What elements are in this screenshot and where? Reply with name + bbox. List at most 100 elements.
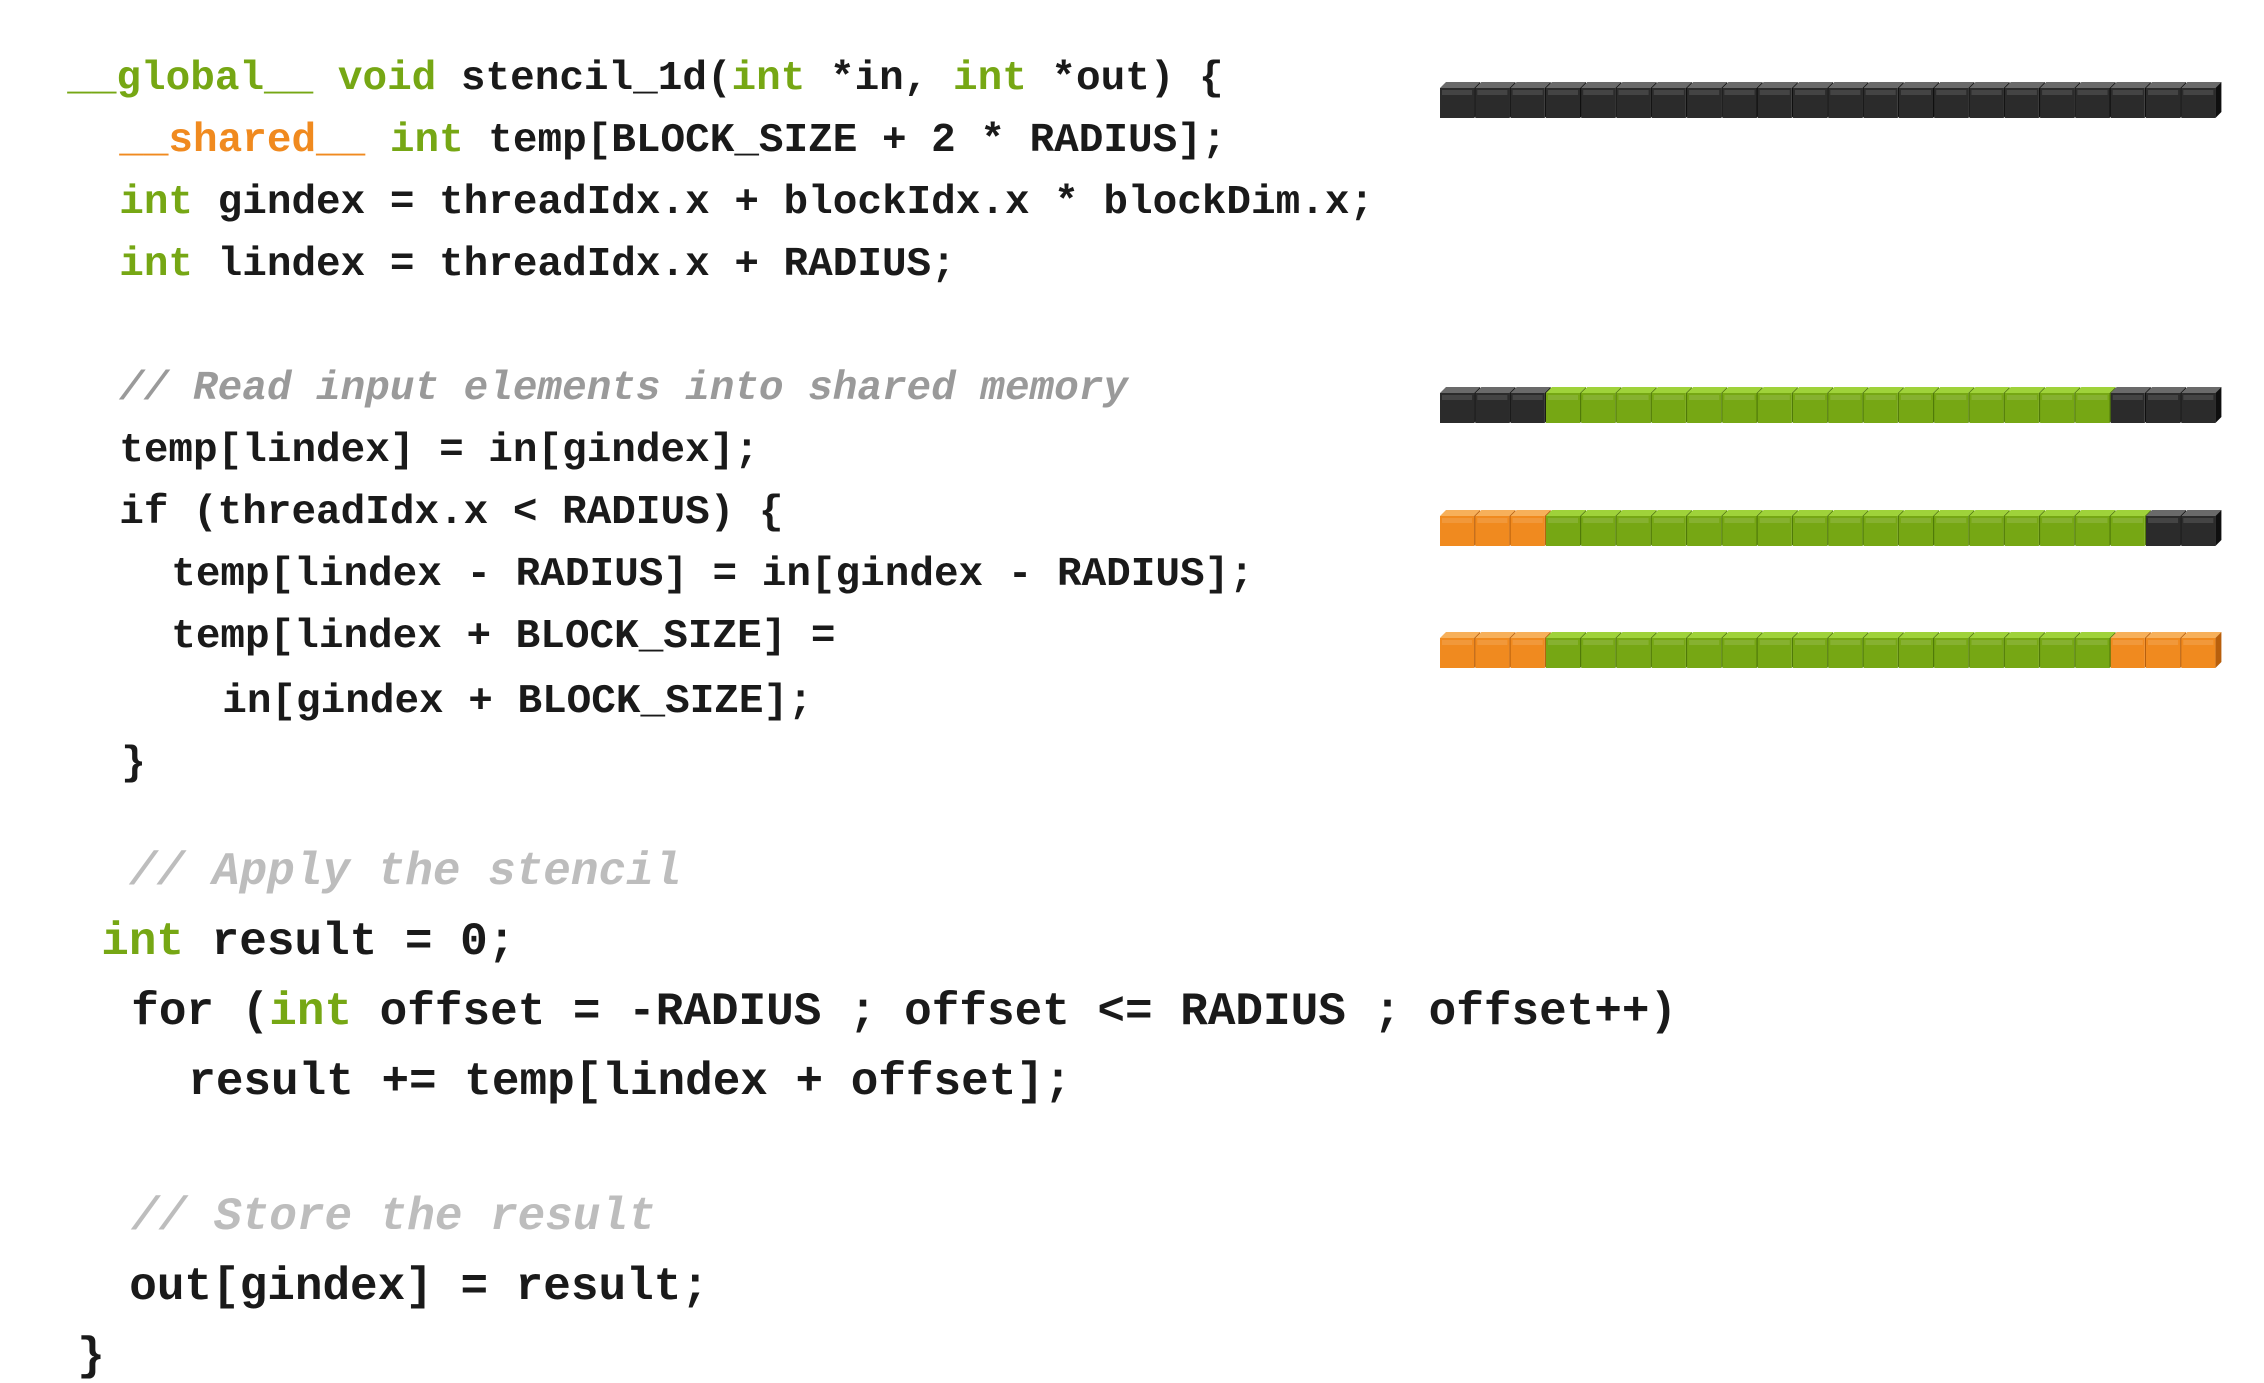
memory-cell-green xyxy=(2004,387,2045,423)
memory-cell-black xyxy=(1440,82,1481,118)
memory-cell-green xyxy=(1898,632,1939,668)
memory-cell-black xyxy=(2181,387,2222,423)
memory-cell-green xyxy=(1616,510,1657,546)
memory-cell-green xyxy=(1757,387,1798,423)
memory-cell-black xyxy=(1475,82,1516,118)
memory-cell-green xyxy=(1651,632,1692,668)
memory-cell-green xyxy=(2040,387,2081,423)
memory-cell-green xyxy=(1898,387,1939,423)
code-line-close-if: } xyxy=(121,741,146,787)
memory-cell-green xyxy=(1969,387,2010,423)
memory-cell-black xyxy=(1793,82,1834,118)
memory-cell-green xyxy=(1969,632,2010,668)
memory-cells-svg xyxy=(1440,510,2222,546)
memory-cell-green xyxy=(2040,510,2081,546)
memory-cell-green xyxy=(1722,632,1763,668)
memory-cell-black xyxy=(1863,82,1904,118)
memory-row-read-input xyxy=(1440,387,2240,425)
memory-cell-green xyxy=(1793,632,1834,668)
memory-cell-green xyxy=(1934,510,1975,546)
memory-cell-orange xyxy=(2181,632,2222,668)
memory-cell-green xyxy=(1863,632,1904,668)
memory-cell-green xyxy=(2004,510,2045,546)
memory-cell-green xyxy=(1545,632,1586,668)
memory-cell-green xyxy=(1722,387,1763,423)
memory-cell-green xyxy=(1545,387,1586,423)
memory-row-right-halo xyxy=(1440,632,2240,670)
code-line-store-output: out[gindex] = result; xyxy=(129,1261,709,1313)
memory-cell-black xyxy=(1898,82,1939,118)
code-line-right-halo-b: in[gindex + BLOCK_SIZE]; xyxy=(222,679,813,725)
memory-cell-green xyxy=(1722,510,1763,546)
memory-cell-green xyxy=(1545,510,1586,546)
memory-cells-svg xyxy=(1440,632,2222,668)
memory-cell-green xyxy=(1581,387,1622,423)
memory-cell-black xyxy=(1510,82,1551,118)
memory-cell-green xyxy=(1934,387,1975,423)
memory-cell-green xyxy=(1651,387,1692,423)
memory-cell-green xyxy=(2110,510,2151,546)
memory-cell-orange xyxy=(1510,632,1551,668)
memory-cell-green xyxy=(1581,632,1622,668)
memory-cell-black xyxy=(2146,82,2187,118)
memory-cell-green xyxy=(1616,387,1657,423)
memory-cell-green xyxy=(1651,510,1692,546)
memory-cell-green xyxy=(1828,632,1869,668)
memory-cell-green xyxy=(1581,510,1622,546)
memory-cell-green xyxy=(1687,387,1728,423)
memory-cell-green xyxy=(1969,510,2010,546)
memory-cell-orange xyxy=(1510,510,1551,546)
memory-cell-black xyxy=(1651,82,1692,118)
memory-cell-green xyxy=(1687,632,1728,668)
code-line-accumulate: result += temp[lindex + offset]; xyxy=(188,1056,1072,1108)
memory-cell-black xyxy=(2075,82,2116,118)
memory-cell-black xyxy=(1545,82,1586,118)
memory-cell-green xyxy=(2040,632,2081,668)
memory-cell-green xyxy=(1757,510,1798,546)
memory-cell-green xyxy=(1828,510,1869,546)
memory-cell-black xyxy=(2146,387,2187,423)
memory-cell-green xyxy=(2004,632,2045,668)
memory-cell-black xyxy=(1969,82,2010,118)
memory-cell-black xyxy=(2040,82,2081,118)
memory-cell-orange xyxy=(1475,632,1516,668)
memory-cell-orange xyxy=(1440,632,1481,668)
code-line-close-kernel: } xyxy=(77,1331,105,1383)
memory-cell-green xyxy=(1616,632,1657,668)
memory-cell-green xyxy=(1793,510,1834,546)
memory-cell-black xyxy=(1475,387,1516,423)
memory-cell-black xyxy=(2146,510,2187,546)
memory-cell-green xyxy=(1793,387,1834,423)
memory-cell-green xyxy=(1687,510,1728,546)
memory-cell-green xyxy=(1863,510,1904,546)
memory-cell-green xyxy=(1863,387,1904,423)
memory-cell-orange xyxy=(2146,632,2187,668)
memory-row-left-halo xyxy=(1440,510,2240,548)
keyword-int: int xyxy=(119,242,194,288)
memory-cell-black xyxy=(1828,82,1869,118)
memory-cell-black xyxy=(2181,82,2222,118)
memory-cell-black xyxy=(2181,510,2222,546)
memory-cell-black xyxy=(1722,82,1763,118)
memory-cell-green xyxy=(1757,632,1798,668)
memory-cell-black xyxy=(1440,387,1481,423)
memory-cell-green xyxy=(2075,632,2116,668)
memory-cell-orange xyxy=(1440,510,1481,546)
memory-cell-green xyxy=(2075,387,2116,423)
memory-cells-svg xyxy=(1440,387,2222,423)
memory-cell-orange xyxy=(2110,632,2151,668)
memory-cell-black xyxy=(2110,387,2151,423)
memory-cell-black xyxy=(2110,82,2151,118)
memory-cell-black xyxy=(1616,82,1657,118)
memory-cell-green xyxy=(1898,510,1939,546)
memory-row-shared-alloc xyxy=(1440,82,2240,120)
memory-cell-black xyxy=(1934,82,1975,118)
memory-cell-black xyxy=(1510,387,1551,423)
memory-cell-green xyxy=(2075,510,2116,546)
memory-cell-black xyxy=(2004,82,2045,118)
memory-cell-black xyxy=(1581,82,1622,118)
memory-cell-black xyxy=(1687,82,1728,118)
code-line-lindex: int lindex = threadIdx.x + RADIUS; xyxy=(119,242,956,288)
memory-cell-green xyxy=(1828,387,1869,423)
memory-cells-svg xyxy=(1440,82,2222,118)
